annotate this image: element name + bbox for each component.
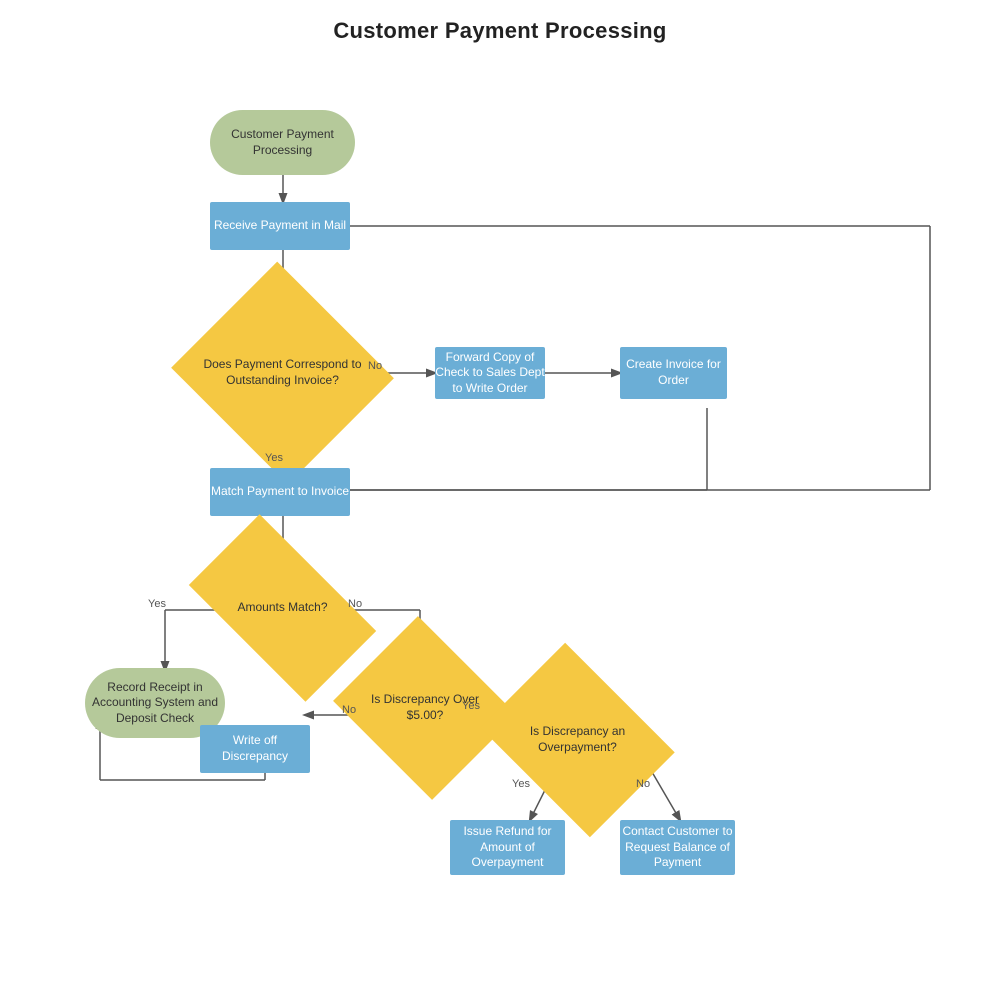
node-write-off: Write off Discrepancy (200, 725, 310, 773)
label-yes1: Yes (265, 452, 283, 464)
label-no3: No (342, 704, 356, 716)
label-yes2: Yes (148, 598, 166, 610)
node-contact-customer: Contact Customer to Request Balance of P… (620, 820, 735, 875)
node-does-payment: Does Payment Correspond to Outstanding I… (200, 298, 365, 448)
label-yes4: Yes (512, 778, 530, 790)
node-create-invoice: Create Invoice for Order (620, 347, 727, 399)
node-receive: Receive Payment in Mail (210, 202, 350, 250)
diagram-title: Customer Payment Processing (0, 0, 1000, 44)
node-issue-refund: Issue Refund for Amount of Overpayment (450, 820, 565, 875)
node-amounts-match: Amounts Match? (200, 558, 365, 658)
node-start: Customer Payment Processing (210, 110, 355, 175)
node-match-payment: Match Payment to Invoice (210, 468, 350, 516)
label-no4: No (636, 778, 650, 790)
label-no2: No (348, 598, 362, 610)
node-is-discrepancy: Is Discrepancy Over $5.00? (355, 648, 495, 768)
label-no1: No (368, 360, 382, 372)
node-forward-copy: Forward Copy of Check to Sales Dept to W… (435, 347, 545, 399)
diagram-container: Customer Payment Processing (0, 0, 1000, 1000)
